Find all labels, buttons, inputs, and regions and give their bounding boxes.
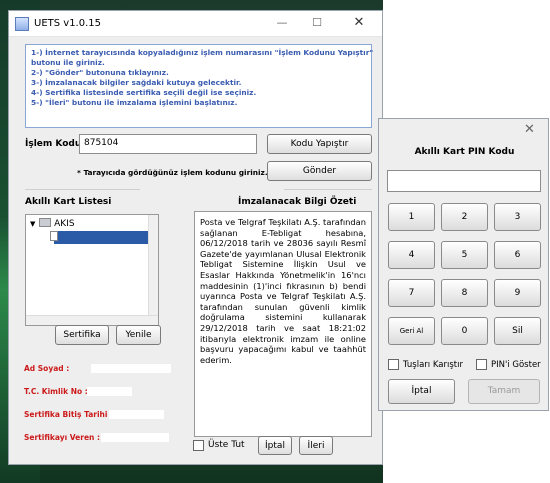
key-9[interactable]: 9 (494, 279, 541, 307)
name-value (91, 364, 171, 373)
islem-kodu-label: İşlem Kodu (25, 139, 82, 149)
instruction-line: 1-) İnternet tarayıcısında kopyaladığını… (31, 48, 374, 57)
pin-window: ✕ Akıllı Kart PIN Kodu 1 2 3 4 5 6 7 8 9… (378, 118, 549, 411)
title-bar: UETS v1.0.15 — ☐ ✕ (9, 11, 382, 37)
minimize-icon[interactable]: — (275, 16, 289, 30)
key-5[interactable]: 5 (441, 241, 488, 269)
paste-code-button[interactable]: Kodu Yapıştır (267, 134, 372, 154)
summary-label: İmzalanacak Bilgi Özeti (238, 197, 357, 207)
issuer-label: Sertifikayı Veren : (24, 433, 101, 442)
key-6[interactable]: 6 (494, 241, 541, 269)
instruction-line: 4-) Sertifika listesinde sertifika seçil… (31, 88, 257, 97)
expand-icon[interactable]: ▼ (30, 220, 35, 228)
divider (25, 189, 140, 190)
folder-icon (39, 218, 52, 227)
instruction-line: 3-) İmzalanacak bilgiler sağdaki kutuya … (31, 78, 242, 87)
cancel-button[interactable]: İptal (258, 436, 292, 455)
backspace-key[interactable]: Geri Al (388, 317, 435, 345)
expiry-value (109, 410, 164, 419)
key-3[interactable]: 3 (494, 203, 541, 231)
horizontal-scrollbar[interactable] (26, 315, 158, 325)
tree-root-label: AKIS (54, 219, 75, 229)
islem-kodu-input[interactable]: 875104 (79, 134, 257, 154)
next-button[interactable]: İleri (299, 436, 333, 455)
always-on-top-checkbox[interactable] (193, 440, 204, 451)
clear-key[interactable]: Sil (494, 317, 541, 345)
hint-text: * Tarayıcıda gördüğünüz işlem kodunu gir… (77, 168, 268, 177)
key-8[interactable]: 8 (441, 279, 488, 307)
card-tree[interactable]: ▼ AKIS (25, 214, 159, 326)
document-icon (50, 231, 58, 241)
show-pin-label: PIN'i Göster (491, 360, 541, 370)
instruction-line: butonu ile giriniz. (31, 58, 105, 67)
pin-input[interactable] (387, 170, 541, 192)
certificate-button[interactable]: Sertifika (55, 325, 109, 345)
tree-selected-item[interactable] (54, 231, 158, 244)
expiry-label: Sertifika Bitiş Tarihi : (24, 410, 114, 419)
uets-window: UETS v1.0.15 — ☐ ✕ 1-) İnternet tarayıcı… (8, 10, 383, 465)
tc-value (87, 387, 132, 396)
vertical-scrollbar[interactable] (148, 215, 158, 325)
card-list-label: Akıllı Kart Listesi (25, 197, 112, 207)
instruction-line: 2-) "Gönder" butonuna tıklayınız. (31, 68, 169, 77)
divider (284, 189, 372, 190)
pin-ok-button[interactable]: Tamam (468, 379, 540, 404)
pin-cancel-button[interactable]: İptal (388, 379, 455, 404)
refresh-button[interactable]: Yenile (116, 325, 161, 345)
maximize-icon[interactable]: ☐ (310, 16, 324, 30)
pin-title: Akıllı Kart PIN Kodu (414, 147, 515, 157)
instruction-line: 5-) "İleri" butonu ile imzalama işlemini… (31, 98, 238, 107)
tc-label: T.C. Kimlik No : (24, 387, 88, 396)
summary-textarea[interactable]: Posta ve Telgraf Teşkilatı A.Ş. tarafınd… (194, 211, 372, 437)
close-icon[interactable]: ✕ (352, 16, 366, 30)
issuer-value (101, 433, 169, 442)
shuffle-keys-label: Tuşları Karıştır (403, 360, 463, 370)
show-pin-checkbox[interactable] (476, 359, 487, 370)
app-icon (15, 17, 29, 31)
close-icon[interactable]: ✕ (524, 122, 535, 137)
key-7[interactable]: 7 (388, 279, 435, 307)
instructions-box: 1-) İnternet tarayıcısında kopyaladığını… (25, 44, 374, 128)
key-1[interactable]: 1 (388, 203, 435, 231)
tree-root-item[interactable]: ▼ AKIS (30, 218, 75, 229)
always-on-top-label: Üste Tut (208, 440, 245, 450)
key-0[interactable]: 0 (441, 317, 488, 345)
name-label: Ad Soyad : (24, 364, 70, 373)
key-4[interactable]: 4 (388, 241, 435, 269)
send-button[interactable]: Gönder (267, 161, 372, 181)
shuffle-keys-checkbox[interactable] (388, 359, 399, 370)
window-title: UETS v1.0.15 (34, 18, 101, 29)
key-2[interactable]: 2 (441, 203, 488, 231)
